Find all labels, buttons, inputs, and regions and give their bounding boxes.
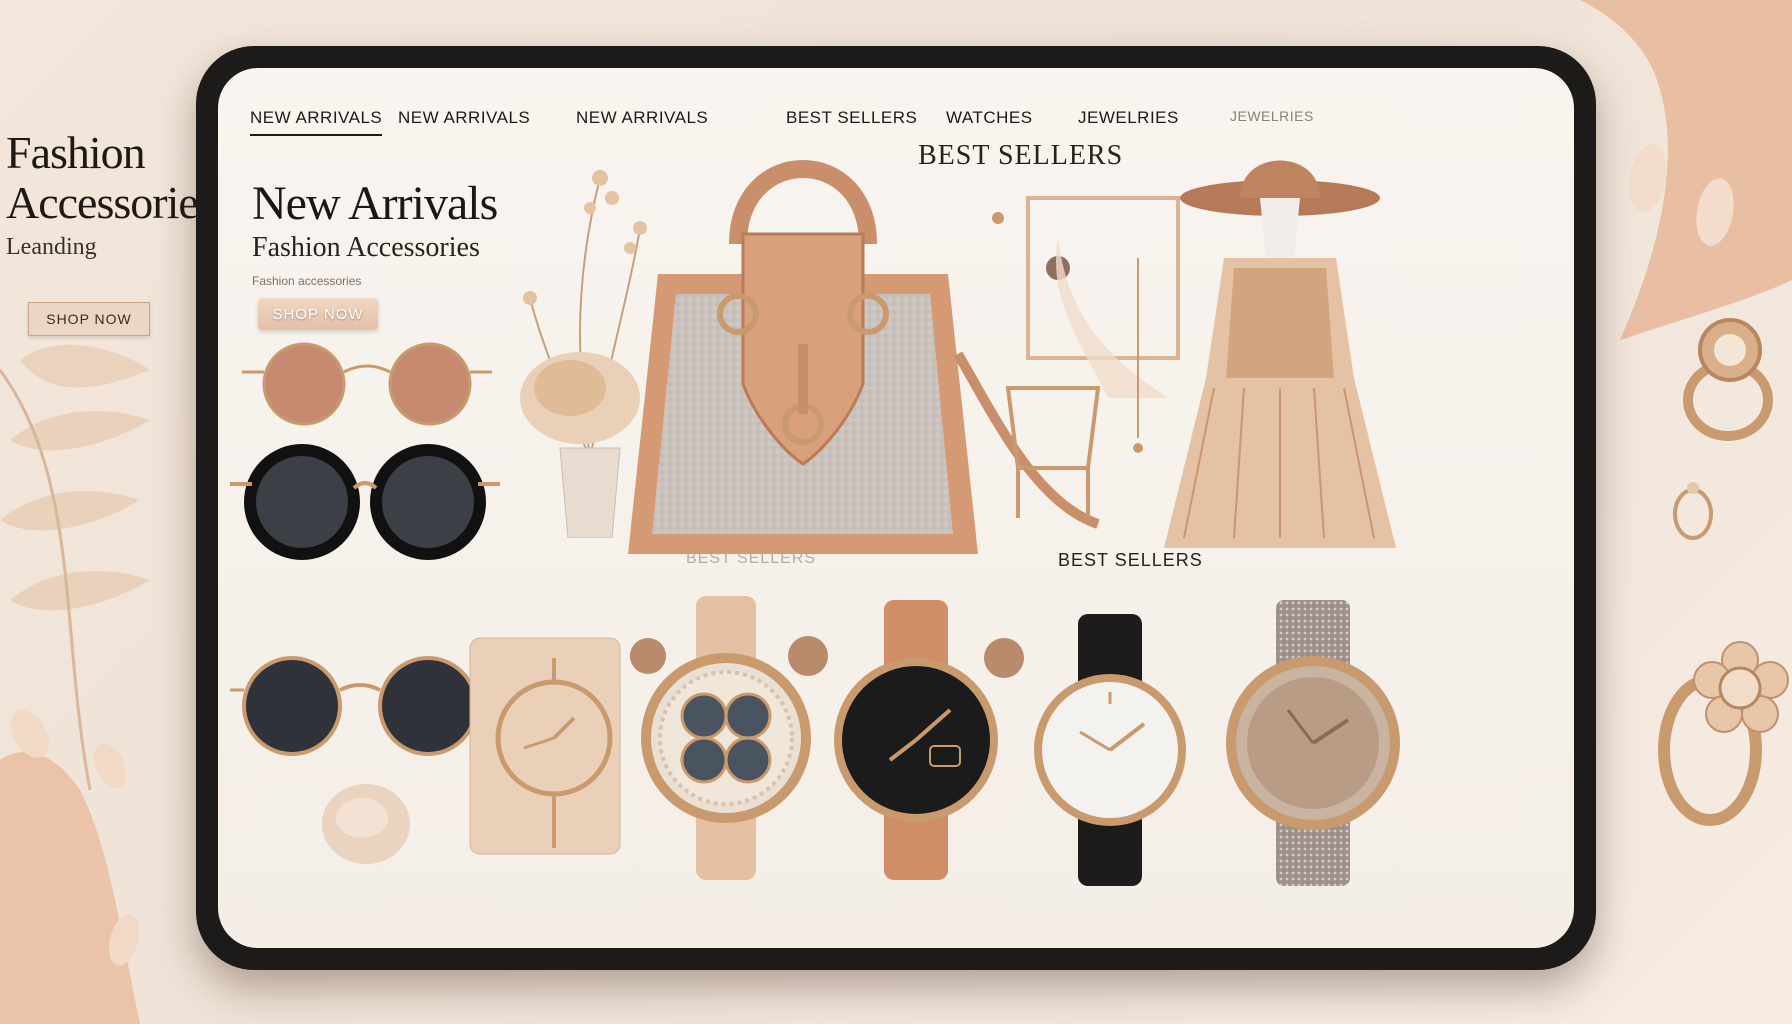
flower-ring-image [1658, 641, 1789, 826]
watch-gold-mesh-image[interactable] [1218, 600, 1408, 886]
hero-title: New Arrivals [252, 177, 498, 230]
hero-subtitle: Fashion Accessories [252, 232, 480, 263]
tablet-device: NEW ARRIVALS NEW ARRIVALS NEW ARRIVALS B… [196, 46, 1596, 970]
black-sunglasses-image[interactable] [230, 444, 500, 562]
watch-white-dial-image[interactable] [1024, 614, 1196, 886]
side-tagline: Leanding [6, 234, 97, 260]
nav-item-new-arrivals-2[interactable]: NEW ARRIVALS [398, 108, 530, 128]
side-hero-copy: Fashion Accessories Leanding [6, 127, 216, 261]
watch-beige-card-image[interactable] [464, 628, 634, 864]
thin-ring-image [1673, 482, 1713, 540]
nav-item-new-arrivals-1[interactable]: NEW ARRIVALS [250, 108, 383, 136]
cocktail-ring-image [1683, 318, 1773, 441]
watch-rose-jeweled-image[interactable] [638, 596, 814, 880]
wire-sunglasses-image[interactable] [230, 650, 490, 760]
nav-item-jewelries-2[interactable]: JEWELRIES [1230, 108, 1314, 124]
watch-black-dial-image[interactable] [830, 600, 1002, 880]
side-title: Fashion Accessories [6, 127, 216, 228]
tablet-screen: NEW ARRIVALS NEW ARRIVALS NEW ARRIVALS B… [218, 68, 1574, 948]
mannequin-dress-image [1164, 160, 1396, 548]
left-hand-image [0, 710, 140, 1024]
compact-case-image [322, 784, 410, 864]
hero-note: Fashion accessories [252, 274, 362, 288]
jewelry-display-image [992, 196, 1180, 518]
hero-shop-now-button[interactable]: SHOP NOW [258, 298, 378, 330]
rose-sunglasses-image[interactable] [242, 338, 492, 428]
